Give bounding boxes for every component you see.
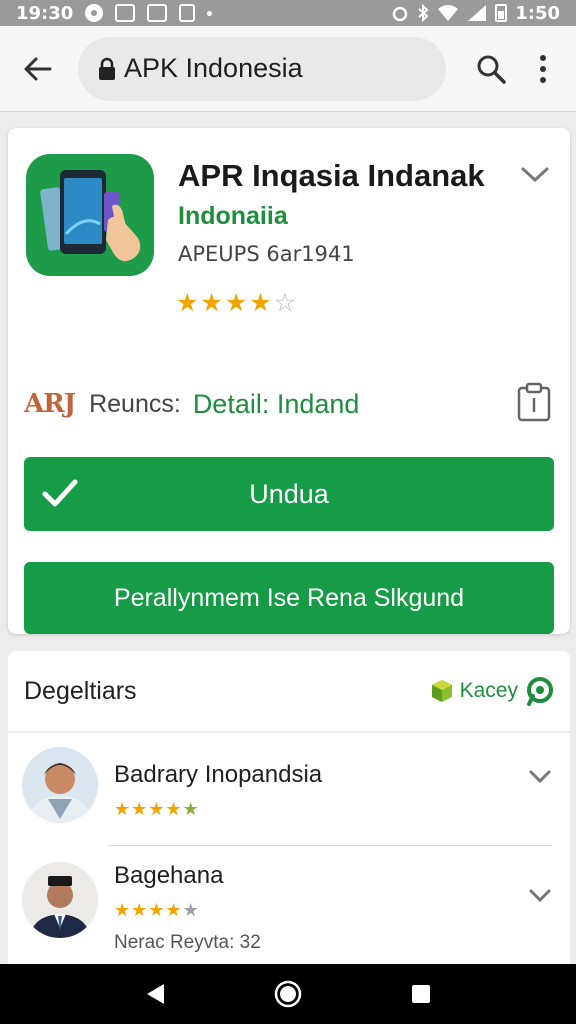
battery-icon: [495, 4, 508, 22]
more-vert-icon[interactable]: [528, 46, 558, 92]
star-filled-icon: ★: [165, 799, 182, 819]
status-time-right: 1:50: [515, 2, 560, 24]
reviews-title: Degeltiars: [24, 676, 137, 705]
chevron-down-icon[interactable]: [528, 888, 552, 909]
avatar: [22, 747, 98, 823]
chat-icon: [527, 677, 553, 706]
secondary-action-button[interactable]: Perallynmem Ise Rena Slkgund: [24, 562, 554, 634]
star-filled-icon: ★: [131, 900, 148, 920]
cube-icon: [431, 680, 452, 702]
image-icon: [115, 4, 136, 22]
reviewer-name: Badrary Inopandsia: [114, 761, 323, 788]
download-label: Undua: [249, 478, 329, 509]
star-filled-icon: ★: [165, 900, 182, 920]
wifi-icon: [437, 4, 459, 22]
reviews-action[interactable]: Kacey: [430, 676, 554, 706]
star-filled-icon: ★: [182, 799, 199, 819]
review-rating: ★ ★ ★ ★ ★: [114, 900, 199, 921]
app-phone-icon: [26, 154, 154, 276]
review-meta: Nerac Reyvta: 32: [114, 932, 261, 953]
url-field[interactable]: APK Indonesia: [78, 36, 446, 101]
details-logo: ARJ: [24, 389, 76, 419]
status-bar: 19:30 1:50: [0, 0, 576, 26]
download-button[interactable]: Undua: [24, 457, 554, 531]
alarm-icon: [391, 4, 409, 22]
back-arrow-icon: [24, 57, 52, 80]
lock-icon: [98, 57, 116, 81]
bluetooth-icon: [417, 4, 429, 22]
clipboard-icon[interactable]: [516, 382, 552, 427]
avatar: [22, 862, 98, 938]
app-developer[interactable]: Indonaiia: [178, 202, 288, 231]
chevron-down-icon[interactable]: [520, 166, 550, 189]
check-icon: [42, 477, 78, 516]
star-empty-icon: ★: [182, 900, 199, 920]
system-nav-bar: [0, 964, 576, 1024]
triangle-back-icon: [146, 984, 164, 1004]
back-button[interactable]: [14, 46, 60, 92]
app-title: APR Inqasia Indanak: [178, 158, 485, 193]
home-circle-icon: [274, 980, 302, 1008]
dot-icon: [207, 10, 213, 16]
app-card: APR Inqasia Indanak Indonaiia APEUPS 6ar…: [8, 128, 570, 634]
star-filled-icon: ★: [176, 289, 199, 317]
nav-home-button[interactable]: [266, 972, 310, 1016]
signal-icon: [467, 4, 487, 22]
phone-icon: [179, 4, 196, 22]
star-empty-icon: ☆: [273, 289, 297, 317]
star-filled-icon: ★: [131, 799, 148, 819]
app-rating: ★ ★ ★ ★ ☆: [176, 288, 296, 318]
url-text: APK Indonesia: [124, 53, 303, 83]
review-item[interactable]: Bagehana ★ ★ ★ ★ ★ Nerac Reyvta: 32: [8, 848, 570, 960]
status-time-left: 19:30: [16, 2, 74, 24]
search-button[interactable]: [468, 46, 514, 92]
reviews-header: Degeltiars Kacey: [8, 651, 570, 731]
star-filled-icon: ★: [148, 900, 165, 920]
cast-icon: [147, 4, 168, 22]
review-rating: ★ ★ ★ ★ ★: [114, 799, 199, 820]
star-filled-icon: ★: [148, 799, 165, 819]
star-filled-icon: ★: [224, 289, 248, 317]
star-filled-icon: ★: [200, 289, 223, 317]
nav-recents-button[interactable]: [399, 972, 443, 1016]
star-filled-icon: ★: [249, 289, 272, 317]
details-link[interactable]: Detail: Indand: [193, 389, 360, 420]
star-filled-icon: ★: [114, 799, 131, 819]
details-prefix: Reuncs:: [89, 389, 181, 418]
divider: [108, 845, 552, 846]
app-meta: APEUPS 6ar1941: [178, 242, 355, 266]
secondary-action-label: Perallynmem Ise Rena Slkgund: [113, 583, 465, 612]
star-filled-icon: ★: [114, 900, 131, 920]
details-row: ARJ Reuncs: Detail: Indand: [24, 382, 554, 427]
chevron-down-icon[interactable]: [528, 769, 552, 790]
browser-toolbar: APK Indonesia: [0, 26, 576, 112]
search-icon: [477, 55, 506, 84]
nav-back-button[interactable]: [133, 972, 177, 1016]
square-recents-icon: [412, 985, 431, 1003]
review-item[interactable]: Badrary Inopandsia ★ ★ ★ ★ ★: [8, 733, 570, 846]
circle-icon: [85, 4, 104, 22]
reviews-list: Badrary Inopandsia ★ ★ ★ ★ ★ Bagehana ★ ★ ★ ★ ★ …: [8, 733, 570, 964]
reviews-action-label: Kacey: [459, 679, 518, 702]
reviewer-name: Bagehana: [114, 862, 224, 889]
